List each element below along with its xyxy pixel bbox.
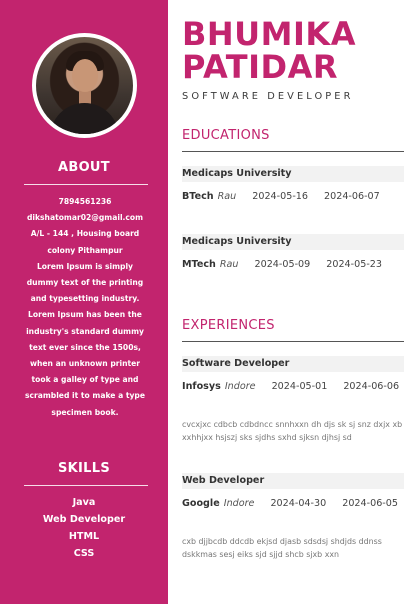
education-end-date: 2024-05-23 bbox=[326, 259, 383, 270]
experience-position: Software Developer bbox=[182, 356, 404, 372]
skill-item: Java bbox=[72, 497, 96, 508]
experience-location: Indore bbox=[223, 498, 255, 509]
education-institution: Medicaps University bbox=[182, 166, 404, 182]
name-line-last: PATIDAR bbox=[182, 48, 338, 86]
about-divider bbox=[24, 184, 148, 185]
skills-heading: SKILLS bbox=[57, 461, 110, 476]
experience-start-date: 2024-05-01 bbox=[271, 381, 328, 392]
experience-end-date: 2024-06-05 bbox=[342, 498, 398, 509]
experience-description: cvcxjxc cdbcb cdbdncc snnhxxn dh djs sk … bbox=[182, 420, 403, 442]
experience-description: cxb djjbcdb ddcdb ekjsd djasb sdsdsj shd… bbox=[182, 537, 382, 559]
skills-divider bbox=[24, 485, 148, 486]
skills-list: Java Web Developer HTML CSS bbox=[0, 494, 168, 562]
experience-position: Web Developer bbox=[182, 473, 404, 489]
experience-company: Google bbox=[182, 498, 220, 509]
job-title: SOFTWARE DEVELOPER bbox=[182, 91, 354, 102]
experience-company: Infosys bbox=[182, 381, 221, 392]
name-line-first: BHUMIKA bbox=[182, 15, 356, 53]
education-institution: Medicaps University bbox=[182, 234, 404, 250]
experiences-heading: EXPERIENCES bbox=[182, 318, 275, 333]
education-degree: BTech bbox=[182, 191, 214, 202]
address-text: A/L - 144 , Housing board colony Pithamp… bbox=[30, 229, 140, 255]
experience-location: Indore bbox=[224, 381, 256, 392]
about-summary: Lorem Ipsum is simply dummy text of the … bbox=[24, 261, 146, 417]
email-text: dikshatomar02@gmail.com bbox=[26, 213, 144, 223]
experience-start-date: 2024-04-30 bbox=[270, 498, 327, 509]
phone-text: 7894561236 bbox=[58, 197, 112, 206]
education-end-date: 2024-06-07 bbox=[324, 191, 380, 202]
experience-details: Infosys Indore 2024-05-01 2024-06-06 bbox=[182, 378, 408, 395]
education-start-date: 2024-05-09 bbox=[254, 259, 311, 270]
experiences-divider bbox=[182, 341, 404, 342]
avatar-shoulders bbox=[50, 103, 119, 134]
experience-details: Google Indore 2024-04-30 2024-06-05 bbox=[182, 495, 408, 512]
experience-end-date: 2024-06-06 bbox=[343, 381, 400, 392]
skill-item: CSS bbox=[73, 548, 95, 559]
about-section: 7894561236 dikshatomar02@gmail.com A/L -… bbox=[20, 194, 150, 421]
education-start-date: 2024-05-16 bbox=[252, 191, 309, 202]
about-heading: ABOUT bbox=[58, 160, 110, 175]
education-details: BTech Rau 2024-05-16 2024-06-07 bbox=[182, 188, 408, 205]
skill-item: HTML bbox=[68, 531, 100, 542]
avatar bbox=[36, 37, 133, 134]
education-location: Rau bbox=[219, 259, 239, 270]
education-location: Rau bbox=[217, 191, 237, 202]
avatar-frame bbox=[32, 33, 137, 138]
skill-item: Web Developer bbox=[42, 514, 126, 525]
educations-heading: EDUCATIONS bbox=[182, 128, 270, 143]
education-degree: MTech bbox=[182, 259, 216, 270]
sidebar: ABOUT 7894561236 dikshatomar02@gmail.com… bbox=[0, 0, 168, 604]
resume-page: ABOUT 7894561236 dikshatomar02@gmail.com… bbox=[0, 0, 419, 604]
person-name: BHUMIKA PATIDAR bbox=[182, 18, 356, 84]
avatar-face bbox=[72, 59, 98, 92]
education-details: MTech Rau 2024-05-09 2024-05-23 bbox=[182, 256, 408, 273]
educations-divider bbox=[182, 151, 404, 152]
